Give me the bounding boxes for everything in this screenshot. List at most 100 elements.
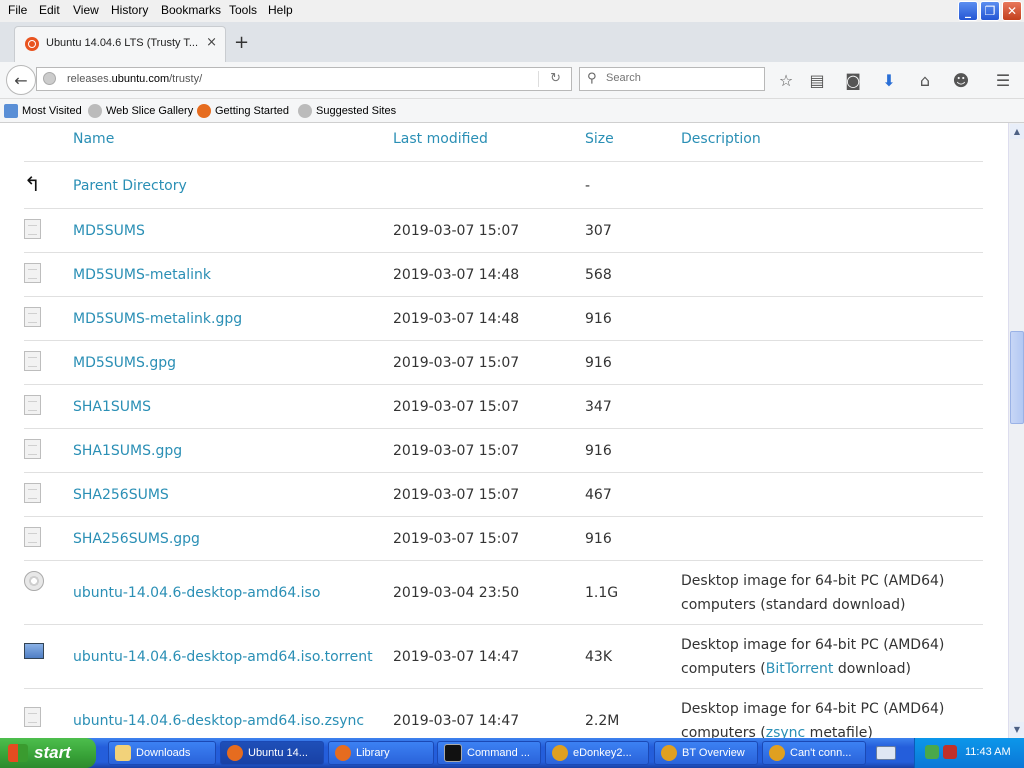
menu-tools[interactable]: Tools bbox=[229, 3, 257, 17]
sort-size-link[interactable]: Size bbox=[585, 131, 614, 147]
header-name[interactable]: Name bbox=[73, 131, 114, 147]
taskbar-button-cant-connect[interactable]: Can't conn... bbox=[762, 741, 866, 765]
firefox-icon bbox=[227, 745, 243, 761]
tab-title: Ubuntu 14.04.6 LTS (Trusty T... bbox=[46, 37, 199, 49]
reload-icon[interactable]: ↻ bbox=[550, 71, 561, 86]
scroll-thumb[interactable] bbox=[1010, 331, 1024, 424]
menu-help[interactable]: Help bbox=[268, 3, 293, 17]
home-icon[interactable]: ⌂ bbox=[914, 69, 936, 91]
file-size: 568 bbox=[585, 267, 612, 283]
search-input[interactable] bbox=[604, 71, 758, 85]
maximize-button[interactable]: ❐ bbox=[980, 1, 1000, 21]
menu-view[interactable]: View bbox=[73, 3, 99, 17]
file-icon bbox=[24, 219, 41, 239]
file-link[interactable]: ubuntu-14.04.6-desktop-amd64.iso.torrent bbox=[73, 649, 373, 665]
tab-close-icon[interactable]: × bbox=[206, 35, 217, 50]
file-link[interactable]: MD5SUMS bbox=[73, 223, 145, 239]
bookmark-star-icon[interactable]: ☆ bbox=[775, 69, 797, 91]
table-row-parent: ↰ Parent Directory - bbox=[24, 161, 983, 208]
sort-description-link[interactable]: Description bbox=[681, 131, 761, 147]
new-tab-button[interactable]: + bbox=[234, 32, 249, 53]
file-date: 2019-03-07 14:48 bbox=[393, 311, 520, 327]
file-link[interactable]: MD5SUMS.gpg bbox=[73, 355, 176, 371]
file-icon bbox=[24, 395, 41, 415]
scroll-up-arrow-icon[interactable]: ▲ bbox=[1010, 124, 1024, 139]
network-icon[interactable] bbox=[925, 745, 939, 759]
file-size: 916 bbox=[585, 355, 612, 371]
sort-modified-link[interactable]: Last modified bbox=[393, 131, 488, 147]
file-link[interactable]: SHA1SUMS bbox=[73, 399, 151, 415]
menu-history[interactable]: History bbox=[111, 3, 148, 17]
downloads-icon[interactable]: ⬇ bbox=[878, 69, 900, 91]
file-date: 2019-03-07 15:07 bbox=[393, 223, 520, 239]
minimize-button[interactable]: _ bbox=[958, 1, 978, 21]
file-icon bbox=[24, 307, 41, 327]
file-link[interactable]: SHA256SUMS.gpg bbox=[73, 531, 200, 547]
file-link[interactable]: ubuntu-14.04.6-desktop-amd64.iso.zsync bbox=[73, 713, 364, 729]
bookmark-most-visited[interactable]: Most Visited bbox=[4, 104, 82, 118]
parent-directory-link[interactable]: Parent Directory bbox=[73, 178, 187, 194]
disc-icon bbox=[24, 571, 44, 591]
chat-icon[interactable]: ☻ bbox=[950, 69, 972, 91]
table-row: SHA256SUMS 2019-03-07 15:07 467 bbox=[24, 472, 983, 516]
hamburger-menu-icon[interactable]: ☰ bbox=[992, 69, 1014, 91]
menu-bookmarks[interactable]: Bookmarks bbox=[161, 3, 221, 17]
file-link[interactable]: MD5SUMS-metalink bbox=[73, 267, 211, 283]
file-date: 2019-03-07 14:47 bbox=[393, 649, 520, 665]
address-bar[interactable]: releases.ubuntu.com/trusty/ ↻ bbox=[36, 67, 572, 91]
file-link[interactable]: SHA1SUMS.gpg bbox=[73, 443, 182, 459]
taskbar-button-library[interactable]: Library bbox=[328, 741, 434, 765]
sort-name-link[interactable]: Name bbox=[73, 131, 114, 147]
site-info-icon[interactable] bbox=[43, 72, 56, 85]
table-row: ubuntu-14.04.6-desktop-amd64.iso.torrent… bbox=[24, 624, 983, 688]
tab-ubuntu[interactable]: Ubuntu 14.04.6 LTS (Trusty T... × bbox=[14, 26, 226, 62]
file-icon bbox=[24, 263, 41, 283]
bookmark-suggested-sites[interactable]: Suggested Sites bbox=[298, 104, 396, 118]
taskbar-button-downloads[interactable]: Downloads bbox=[108, 741, 216, 765]
keyboard-icon[interactable] bbox=[876, 746, 896, 760]
table-row: MD5SUMS-metalink 2019-03-07 14:48 568 bbox=[24, 252, 983, 296]
bookmark-getting-started[interactable]: Getting Started bbox=[197, 104, 289, 118]
table-row: SHA1SUMS 2019-03-07 15:07 347 bbox=[24, 384, 983, 428]
table-row: MD5SUMS 2019-03-07 15:07 307 bbox=[24, 208, 983, 252]
search-box[interactable]: ⚲ bbox=[579, 67, 765, 91]
file-size: 2.2M bbox=[585, 713, 620, 729]
back-button[interactable]: ← bbox=[6, 65, 36, 95]
file-link[interactable]: SHA256SUMS bbox=[73, 487, 169, 503]
security-shield-icon[interactable] bbox=[943, 745, 957, 759]
file-link[interactable]: MD5SUMS-metalink.gpg bbox=[73, 311, 242, 327]
taskbar-button-command[interactable]: Command ... bbox=[437, 741, 541, 765]
taskbar-button-bt-overview[interactable]: BT Overview bbox=[654, 741, 758, 765]
taskbar-button-edonkey[interactable]: eDonkey2... bbox=[545, 741, 649, 765]
header-last-modified[interactable]: Last modified bbox=[393, 131, 488, 147]
menu-file[interactable]: File bbox=[8, 3, 27, 17]
vertical-scrollbar[interactable]: ▲ ▼ bbox=[1008, 123, 1024, 738]
globe-icon bbox=[88, 104, 102, 118]
zsync-link[interactable]: zsync bbox=[766, 725, 806, 738]
file-icon bbox=[24, 439, 41, 459]
url-text: releases.ubuntu.com/trusty/ bbox=[67, 73, 203, 85]
scroll-down-arrow-icon[interactable]: ▼ bbox=[1010, 722, 1024, 737]
reading-list-icon[interactable]: ▤ bbox=[806, 69, 828, 91]
file-date: 2019-03-07 15:07 bbox=[393, 399, 520, 415]
pocket-icon[interactable]: ◙ bbox=[842, 69, 864, 91]
file-date: 2019-03-07 14:47 bbox=[393, 713, 520, 729]
file-size: 43K bbox=[585, 649, 612, 665]
header-size[interactable]: Size bbox=[585, 131, 614, 147]
file-size: 916 bbox=[585, 531, 612, 547]
window-controls: _ ❐ ✕ bbox=[958, 1, 1022, 21]
taskbar-button-ubuntu[interactable]: Ubuntu 14... bbox=[220, 741, 324, 765]
ubuntu-logo-icon bbox=[25, 37, 39, 51]
file-description: Desktop image for 64-bit PC (AMD64) comp… bbox=[681, 573, 945, 613]
start-button[interactable]: start bbox=[0, 738, 96, 768]
navigation-bar: releases.ubuntu.com/trusty/ ↻ ← ⚲ ☆ ▤ ◙ … bbox=[0, 62, 1024, 99]
bittorrent-link[interactable]: BitTorrent bbox=[766, 661, 834, 677]
file-link[interactable]: ubuntu-14.04.6-desktop-amd64.iso bbox=[73, 585, 320, 601]
file-icon bbox=[24, 707, 41, 727]
header-description[interactable]: Description bbox=[681, 131, 761, 147]
menu-edit[interactable]: Edit bbox=[39, 3, 60, 17]
file-date: 2019-03-07 14:48 bbox=[393, 267, 520, 283]
globe-icon bbox=[298, 104, 312, 118]
bookmark-web-slice-gallery[interactable]: Web Slice Gallery bbox=[88, 104, 193, 118]
close-window-button[interactable]: ✕ bbox=[1002, 1, 1022, 21]
